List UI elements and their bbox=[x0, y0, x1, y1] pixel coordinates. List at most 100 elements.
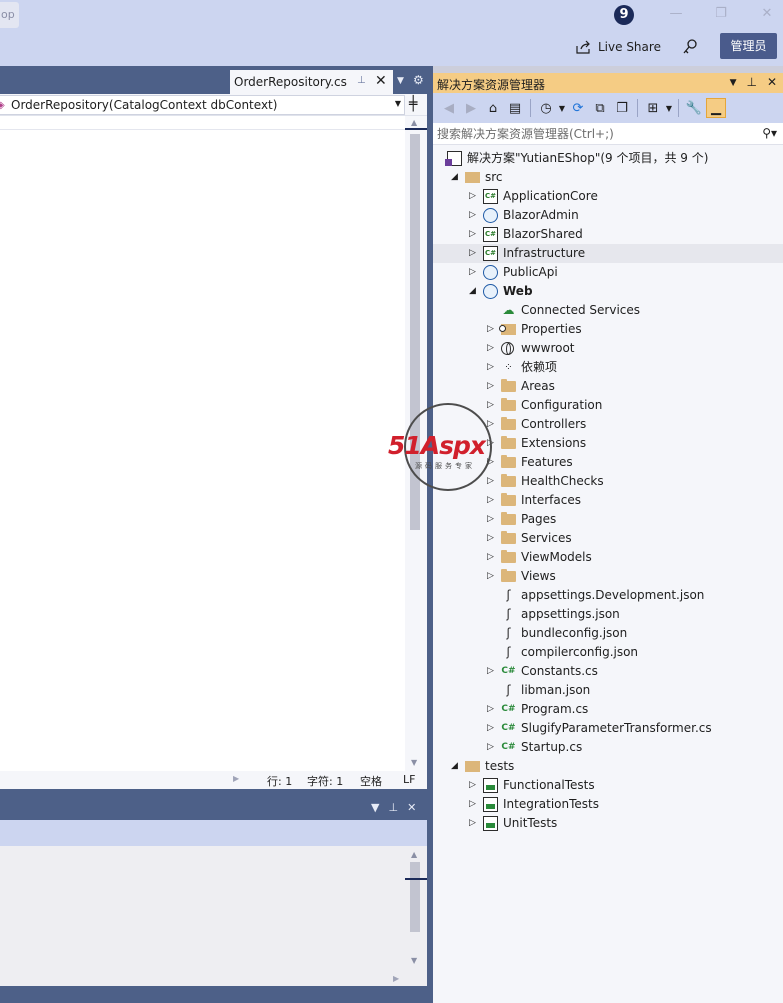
collapsed-arrow-icon[interactable]: ▷ bbox=[487, 532, 497, 544]
tree-item[interactable]: ▷ wwwroot bbox=[433, 339, 783, 358]
gear-icon[interactable]: ⚙ bbox=[413, 73, 424, 87]
char-indicator[interactable]: 字符: 1 bbox=[307, 773, 343, 789]
search-icon[interactable]: ⚲▾ bbox=[762, 126, 777, 140]
tree-item[interactable]: 解决方案"YutianEShop"(9 个项目，共 9 个) bbox=[433, 149, 783, 168]
tree-item[interactable]: ▷ C# Program.cs bbox=[433, 700, 783, 719]
collapsed-arrow-icon[interactable]: ▷ bbox=[487, 665, 497, 677]
scroll-right-icon[interactable]: ▶ bbox=[233, 774, 239, 783]
live-share-button[interactable]: Live Share bbox=[576, 36, 661, 58]
chevron-down-icon[interactable]: ▼ bbox=[558, 98, 566, 118]
scroll-down-icon[interactable]: ▼ bbox=[411, 956, 417, 965]
pending-changes-filter-icon[interactable]: ◷ bbox=[536, 98, 556, 118]
scroll-up-icon[interactable]: ▲ bbox=[411, 850, 417, 859]
close-panel-icon[interactable]: ✕ bbox=[407, 801, 416, 814]
expanded-arrow-icon[interactable]: ◢ bbox=[451, 171, 461, 183]
tree-item[interactable]: ʃ appsettings.json bbox=[433, 605, 783, 624]
home-icon[interactable]: ⌂ bbox=[483, 98, 503, 118]
collapsed-arrow-icon[interactable]: ▷ bbox=[487, 703, 497, 715]
scrollbar-thumb[interactable] bbox=[410, 862, 420, 932]
collapsed-arrow-icon[interactable]: ▷ bbox=[469, 779, 479, 791]
tree-item[interactable]: ʃ compilerconfig.json bbox=[433, 643, 783, 662]
collapsed-arrow-icon[interactable]: ▷ bbox=[469, 266, 479, 278]
line-indicator[interactable]: 行: 1 bbox=[267, 773, 292, 789]
collapsed-arrow-icon[interactable]: ▷ bbox=[487, 323, 497, 335]
whitespace-indicator[interactable]: 空格 bbox=[360, 773, 382, 789]
tree-item[interactable]: ▷ ⁘ 依赖项 bbox=[433, 358, 783, 377]
bottom-panel-content[interactable]: ▲ ▼ ▶ bbox=[0, 846, 427, 986]
tree-item[interactable]: ▷ Pages bbox=[433, 510, 783, 529]
collapsed-arrow-icon[interactable]: ▷ bbox=[487, 361, 497, 373]
collapsed-arrow-icon[interactable]: ▷ bbox=[487, 722, 497, 734]
search-input[interactable] bbox=[437, 125, 747, 143]
pin-icon[interactable]: ⊥ bbox=[388, 801, 398, 814]
tab-dropdown-icon[interactable]: ▼ bbox=[397, 76, 404, 86]
admin-account-button[interactable]: 管理员 bbox=[720, 33, 777, 59]
tree-item[interactable]: ▷ Views bbox=[433, 567, 783, 586]
tree-item[interactable]: ▷ C# Startup.cs bbox=[433, 738, 783, 757]
notification-badge[interactable]: 9 bbox=[614, 5, 634, 25]
scroll-right-icon[interactable]: ▶ bbox=[393, 974, 399, 983]
close-tab-icon[interactable]: ✕ bbox=[375, 73, 389, 89]
tree-item[interactable]: ▷ Interfaces bbox=[433, 491, 783, 510]
collapsed-arrow-icon[interactable]: ▷ bbox=[487, 513, 497, 525]
tree-item[interactable]: ▷ Services bbox=[433, 529, 783, 548]
tree-item[interactable]: ▷ BlazorAdmin bbox=[433, 206, 783, 225]
collapsed-arrow-icon[interactable]: ▷ bbox=[487, 494, 497, 506]
tree-item[interactable]: ▷ UnitTests bbox=[433, 814, 783, 833]
minimize-icon[interactable]: — bbox=[669, 7, 683, 21]
bottom-panel-scrollbar[interactable]: ▲ ▼ bbox=[405, 846, 427, 971]
tree-item[interactable]: ▷ ViewModels bbox=[433, 548, 783, 567]
view-hierarchy-icon[interactable]: ⊞ bbox=[643, 98, 663, 118]
collapsed-arrow-icon[interactable]: ▷ bbox=[487, 380, 497, 392]
code-editor[interactable]: ▲ ▼ bbox=[0, 116, 427, 771]
collapsed-arrow-icon[interactable]: ▷ bbox=[469, 209, 479, 221]
properties-wrench-icon[interactable]: 🔧 bbox=[684, 98, 704, 118]
restore-icon[interactable]: ❐ bbox=[714, 7, 728, 21]
collapsed-arrow-icon[interactable]: ▷ bbox=[469, 247, 479, 259]
collapsed-arrow-icon[interactable]: ▷ bbox=[469, 798, 479, 810]
tree-item[interactable]: ʃ bundleconfig.json bbox=[433, 624, 783, 643]
tree-item[interactable]: ☁ Connected Services bbox=[433, 301, 783, 320]
tree-item[interactable]: ▷ C# Constants.cs bbox=[433, 662, 783, 681]
switch-views-icon[interactable]: ▤ bbox=[505, 98, 525, 118]
member-dropdown[interactable]: ◈ OrderRepository(CatalogContext dbConte… bbox=[0, 95, 405, 115]
collapsed-arrow-icon[interactable]: ▷ bbox=[469, 817, 479, 829]
sync-icon[interactable]: ⟳ bbox=[568, 98, 588, 118]
collapsed-arrow-icon[interactable]: ▷ bbox=[487, 570, 497, 582]
scroll-up-icon[interactable]: ▲ bbox=[411, 118, 417, 127]
scroll-down-icon[interactable]: ▼ bbox=[411, 758, 417, 767]
tree-item[interactable]: ◢ tests bbox=[433, 757, 783, 776]
tree-item[interactable]: ▷ IntegrationTests bbox=[433, 795, 783, 814]
tree-item[interactable]: ▷ PublicApi bbox=[433, 263, 783, 282]
collapsed-arrow-icon[interactable]: ▷ bbox=[487, 551, 497, 563]
close-window-icon[interactable]: ✕ bbox=[760, 7, 774, 21]
solution-search-box[interactable]: ⚲▾ bbox=[433, 123, 783, 145]
close-panel-icon[interactable]: ✕ bbox=[767, 75, 777, 91]
tree-item[interactable]: ▷ C# SlugifyParameterTransformer.cs bbox=[433, 719, 783, 738]
pin-icon[interactable]: ⊥ bbox=[746, 75, 756, 91]
pin-icon[interactable]: ⊥ bbox=[357, 75, 369, 89]
expanded-arrow-icon[interactable]: ◢ bbox=[451, 760, 461, 772]
expanded-arrow-icon[interactable]: ◢ bbox=[469, 285, 479, 297]
tree-item[interactable]: ▷ Areas bbox=[433, 377, 783, 396]
collapsed-arrow-icon[interactable]: ▷ bbox=[487, 741, 497, 753]
chevron-down-icon[interactable]: ▼ bbox=[665, 98, 673, 118]
show-all-files-icon[interactable]: ❐ bbox=[612, 98, 632, 118]
tree-item[interactable]: ◢ Web bbox=[433, 282, 783, 301]
collapsed-arrow-icon[interactable]: ▷ bbox=[487, 342, 497, 354]
collapsed-arrow-icon[interactable]: ▷ bbox=[469, 190, 479, 202]
tab-order-repository[interactable]: OrderRepository.cs ⊥ ✕ bbox=[230, 70, 393, 94]
tree-item[interactable]: ▷ Properties bbox=[433, 320, 783, 339]
preview-selected-icon[interactable]: ▁ bbox=[706, 98, 726, 118]
eol-indicator[interactable]: LF bbox=[403, 773, 415, 786]
collapse-all-icon[interactable]: ⧉ bbox=[590, 98, 610, 118]
collapsed-arrow-icon[interactable]: ▷ bbox=[469, 228, 479, 240]
tree-item[interactable]: ◢ src bbox=[433, 168, 783, 187]
split-window-icon[interactable]: ╪ bbox=[409, 96, 417, 112]
forward-icon[interactable]: ▶ bbox=[461, 98, 481, 118]
feedback-icon[interactable] bbox=[682, 38, 700, 56]
tree-item[interactable]: ▷ C# ApplicationCore bbox=[433, 187, 783, 206]
tree-item[interactable]: ▷ FunctionalTests bbox=[433, 776, 783, 795]
tree-item[interactable]: ▷ C# BlazorShared bbox=[433, 225, 783, 244]
tree-item[interactable]: ʃ appsettings.Development.json bbox=[433, 586, 783, 605]
